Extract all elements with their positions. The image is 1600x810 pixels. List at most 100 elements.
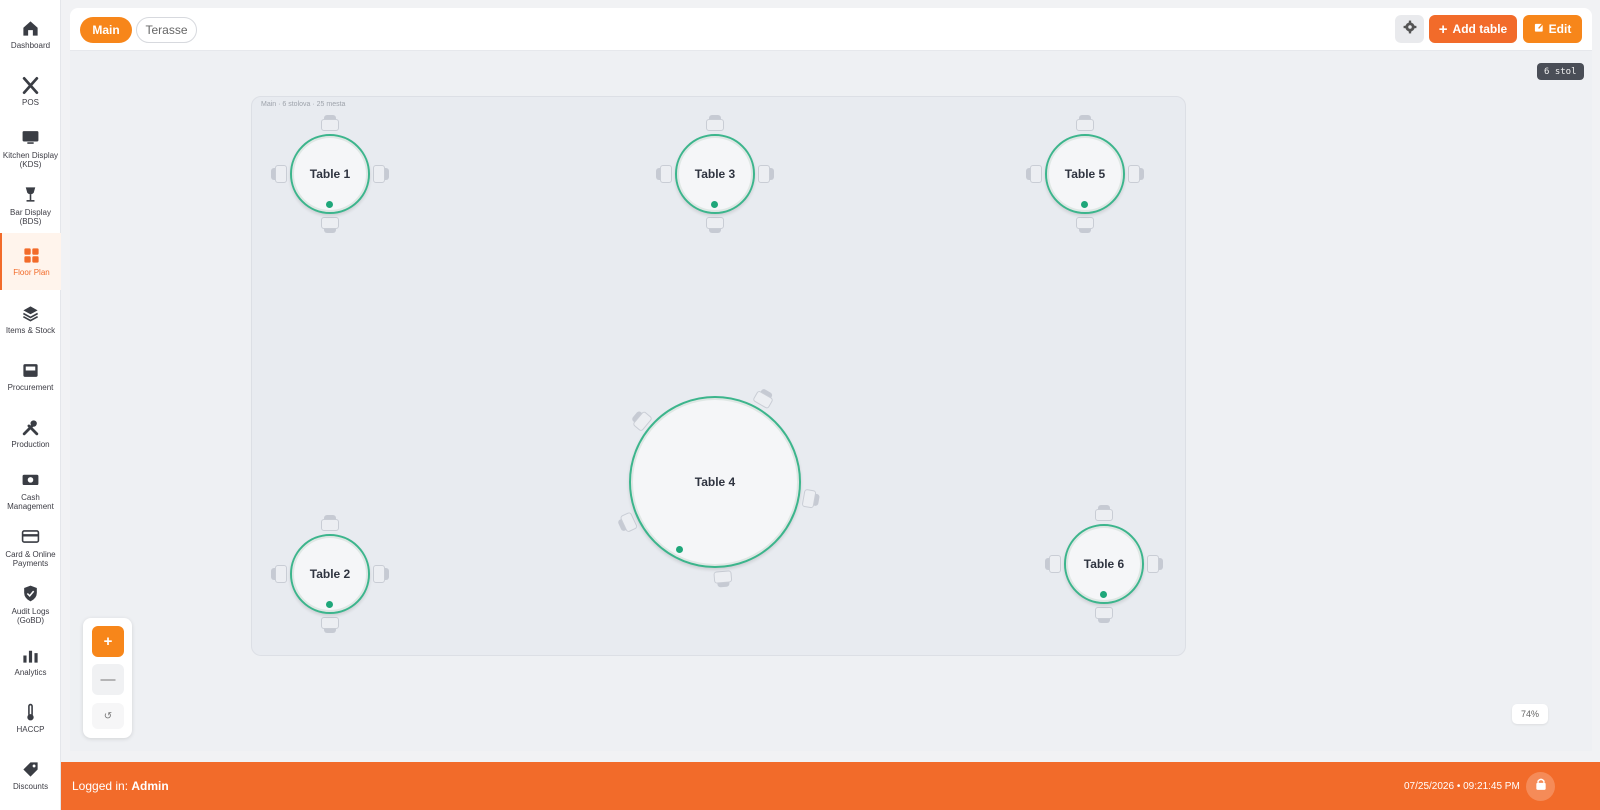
- room-label: Main · 6 stolova · 25 mesta: [261, 101, 346, 108]
- sidebar-item-dashboard[interactable]: Dashboard: [0, 6, 61, 63]
- tab-main[interactable]: Main: [80, 17, 132, 43]
- chair-seat: [758, 165, 770, 183]
- sidebar-item-label: Cash Management: [7, 492, 54, 512]
- datetime-display: 07/25/2026 • 09:21:45 PM: [1404, 781, 1520, 792]
- table-status-dot: [676, 546, 683, 553]
- chair-seat: [321, 217, 339, 229]
- sidebar-item-items-stock[interactable]: Items & Stock: [0, 291, 61, 348]
- sidebar-item-label: Procurement: [7, 383, 54, 393]
- zoom-controls: + — ↺: [83, 618, 132, 738]
- table-status-dot: [711, 201, 718, 208]
- edit-label: Edit: [1548, 22, 1572, 36]
- edit-icon: [1534, 22, 1545, 36]
- settings-button[interactable]: [1395, 15, 1424, 43]
- chair: [801, 488, 820, 510]
- inbox-icon: [21, 360, 41, 380]
- sidebar-item-label: Items & Stock: [5, 326, 56, 336]
- sidebar-item-kds[interactable]: Kitchen Display (KDS): [0, 120, 61, 177]
- tab-terasse[interactable]: Terasse: [136, 17, 197, 43]
- table-circle[interactable]: Table 1: [290, 134, 370, 214]
- table-status-dot: [1100, 591, 1107, 598]
- sidebar-item-audit-logs[interactable]: Audit Logs (GoBD): [0, 576, 61, 633]
- chair-seat: [373, 565, 385, 583]
- logged-in-prefix: Logged in:: [72, 779, 132, 793]
- zoom-reset-button[interactable]: ↺: [92, 703, 124, 729]
- zoom-level: 74%: [1512, 704, 1548, 724]
- cash-icon: [21, 470, 41, 490]
- floor-canvas[interactable]: 6 stol Main · 6 stolova · 25 mesta Table…: [70, 51, 1592, 751]
- edit-button[interactable]: Edit: [1523, 15, 1582, 43]
- chair: [1147, 555, 1163, 573]
- sidebar-item-floor-plan[interactable]: Floor Plan: [0, 233, 61, 290]
- table-circle[interactable]: Table 6: [1064, 524, 1144, 604]
- chair-seat: [275, 165, 287, 183]
- chair-seat: [275, 565, 287, 583]
- chair: [706, 217, 724, 233]
- utensils-icon: [21, 75, 41, 95]
- chair-seat: [1030, 165, 1042, 183]
- sidebar-item-label: Discounts: [12, 782, 49, 792]
- sidebar-item-label: Dashboard: [10, 41, 51, 51]
- chair: [373, 565, 389, 583]
- status-footer: Logged in: Admin 07/25/2026 • 09:21:45 P…: [61, 762, 1600, 810]
- sidebar-item-haccp[interactable]: HACCP: [0, 690, 61, 747]
- chair-seat: [713, 569, 733, 584]
- sidebar-item-pos[interactable]: POS: [0, 63, 61, 120]
- chair: [1076, 115, 1094, 131]
- zoom-in-button[interactable]: +: [92, 626, 124, 657]
- table-circle[interactable]: Table 2: [290, 534, 370, 614]
- sidebar-item-cash-management[interactable]: Cash Management: [0, 462, 61, 519]
- add-table-button[interactable]: + Add table: [1429, 15, 1517, 43]
- chair: [1045, 555, 1061, 573]
- sidebar-item-procurement[interactable]: Procurement: [0, 348, 61, 405]
- monitor-icon: [21, 128, 41, 148]
- chair: [321, 515, 339, 531]
- sidebar-item-production[interactable]: Production: [0, 405, 61, 462]
- chair-seat: [321, 617, 339, 629]
- home-icon: [21, 18, 41, 38]
- chair: [1076, 217, 1094, 233]
- chair: [271, 165, 287, 183]
- chair: [758, 165, 774, 183]
- chair-seat: [706, 217, 724, 229]
- zoom-out-button[interactable]: —: [92, 664, 124, 695]
- thermometer-icon: [21, 702, 41, 722]
- table-name: Table 2: [309, 567, 351, 581]
- wine-glass-icon: [21, 185, 41, 205]
- table-name: Table 5: [1064, 167, 1106, 181]
- table-status-dot: [1081, 201, 1088, 208]
- sidebar-item-analytics[interactable]: Analytics: [0, 633, 61, 690]
- chair-seat: [1049, 555, 1061, 573]
- chair: [1128, 165, 1144, 183]
- chair-seat: [1095, 509, 1113, 521]
- lock-button[interactable]: [1526, 772, 1555, 801]
- lock-icon: [1534, 777, 1548, 796]
- table-name: Table 1: [309, 167, 351, 181]
- sidebar-item-card-payments[interactable]: Card & Online Payments: [0, 519, 61, 576]
- chair-seat: [321, 519, 339, 531]
- table-status-dot: [326, 201, 333, 208]
- chair: [321, 115, 339, 131]
- table-status-dot: [326, 601, 333, 608]
- sidebar-item-discounts[interactable]: Discounts: [0, 747, 61, 804]
- sidebar-item-label: Analytics: [14, 668, 47, 678]
- chair: [321, 217, 339, 233]
- gear-icon: [1403, 20, 1417, 39]
- table-name: Table 3: [694, 167, 736, 181]
- chair-seat: [801, 488, 817, 509]
- sidebar-item-label: POS: [22, 98, 39, 108]
- sidebar-item-label: Bar Display (BDS): [10, 207, 51, 227]
- sidebar-item-label: Kitchen Display (KDS): [2, 150, 59, 170]
- sidebar-item-label: Production: [11, 440, 50, 450]
- table-circle[interactable]: Table 5: [1045, 134, 1125, 214]
- table-circle[interactable]: Table 3: [675, 134, 755, 214]
- chair: [706, 115, 724, 131]
- plus-icon: +: [1438, 20, 1448, 38]
- chair: [1026, 165, 1042, 183]
- sidebar-item-bds[interactable]: Bar Display (BDS): [0, 177, 61, 234]
- table-circle[interactable]: Table 4: [629, 396, 801, 568]
- sidebar: Dashboard POS Kitchen Display (KDS) Bar …: [0, 0, 61, 810]
- shield-check-icon: [21, 584, 41, 604]
- grid-icon: [22, 245, 42, 265]
- chair-seat: [1076, 119, 1094, 131]
